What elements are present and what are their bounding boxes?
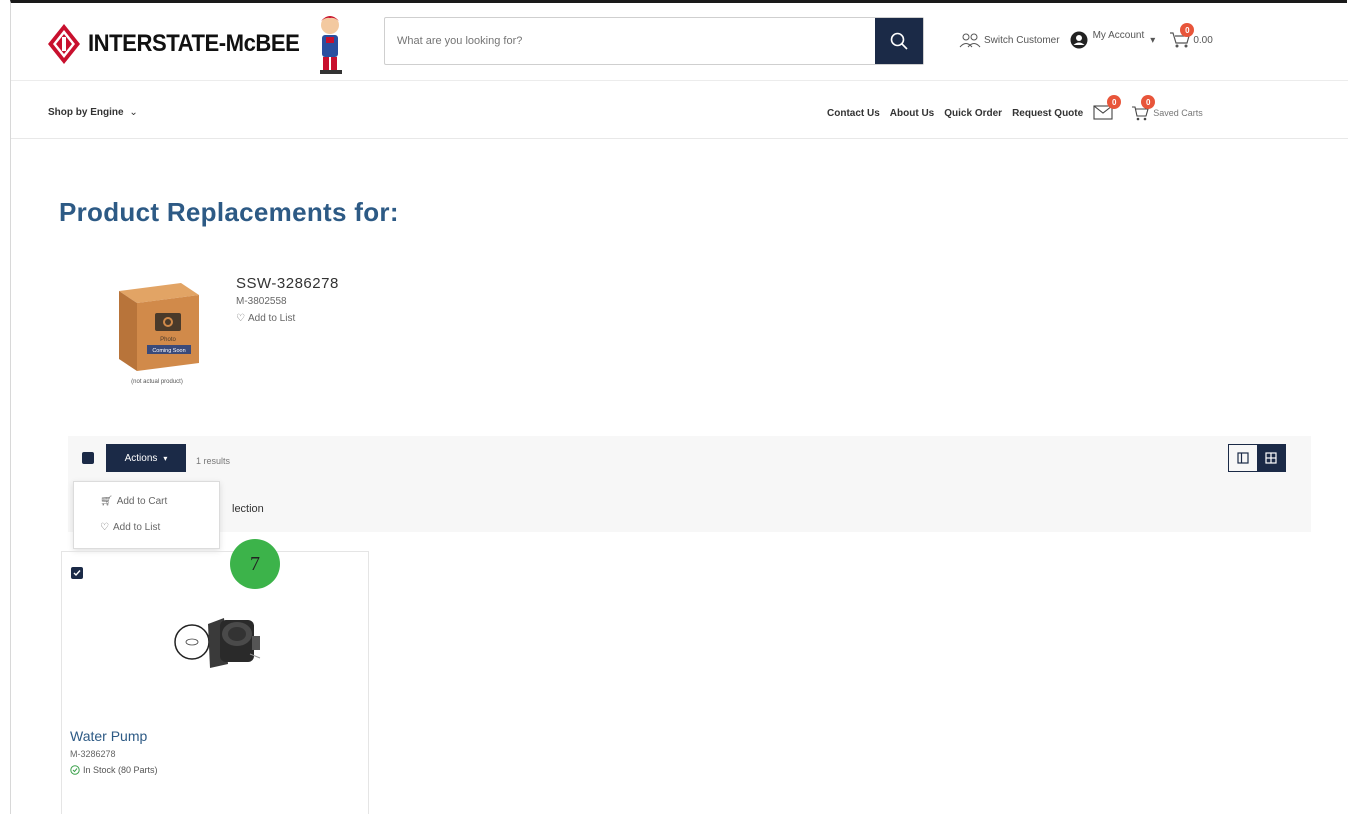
cart-total: 0.00 [1193,34,1213,46]
nav-links: Contact Us About Us Quick Order Request … [827,95,1203,121]
messages-badge: 0 [1107,95,1122,109]
logo-diamond-icon [48,24,80,64]
grid-view-button[interactable] [1257,445,1285,471]
original-product-sub-sku: M-3802558 [236,296,287,307]
saved-carts-badge: 0 [1141,95,1156,109]
messages-button[interactable]: 0 [1093,95,1122,121]
search-input[interactable] [385,18,875,64]
select-all-checkbox[interactable] [82,452,94,464]
search-button[interactable] [875,18,923,64]
product-card[interactable]: Water Pump M-3286278 In Stock (80 Parts) [61,551,369,814]
my-account-label: My Account [1092,29,1145,41]
header-top: INTERSTATE-McBEE What are you looking fo… [11,3,1348,81]
check-circle-icon [70,765,80,775]
checkmark-icon [73,570,81,577]
list-view-icon [1237,452,1249,464]
add-to-list-link[interactable]: ♡ Add to List [236,313,436,324]
water-pump-image[interactable] [162,602,272,682]
nav-link-request-quote[interactable]: Request Quote [1012,108,1083,119]
results-toolbar: Actions ▾ 1 results lection [68,436,1311,532]
photo-coming-soon-image: Photo Coming Soon (not actual product) [119,283,199,385]
heart-icon: ♡ [236,313,245,324]
actions-label: Actions [124,452,158,464]
product-checkbox[interactable] [71,567,83,579]
brand-name: INTERSTATE-McBEE [88,30,300,57]
my-account-link[interactable]: My Account ▾ [1070,29,1156,49]
header-nav: Shop by Engine ⌄ Contact Us About Us Qui… [11,81,1348,139]
add-to-list-label: Add to List [247,313,296,324]
image-caption: (not actual product) [131,379,183,385]
nav-link-contact-us[interactable]: Contact Us [827,108,880,119]
photo-text-line1: Photo [160,337,176,343]
stock-label: In Stock (80 Parts) [83,765,158,775]
brand-logo[interactable]: INTERSTATE-McBEE [48,13,348,75]
shop-by-engine-menu[interactable]: Shop by Engine ⌄ [48,107,138,118]
page-title: Product Replacements for: [59,197,399,227]
cart-link[interactable]: 0 0.00 [1169,23,1213,49]
saved-carts-link[interactable]: 0 Saved Carts [1131,95,1203,121]
shop-by-engine-label: Shop by Engine [48,107,124,118]
menu-item-label: Add to List [112,522,161,533]
account-icon [1070,31,1088,49]
search-icon [890,32,908,50]
list-view-button[interactable] [1229,445,1257,471]
mascot-icon [319,16,342,74]
cart-icon: 🛒︎ [100,496,113,507]
product-stock-status: In Stock (80 Parts) [70,765,158,775]
saved-carts-label: Saved Carts [1153,108,1203,118]
users-icon [959,33,981,48]
chevron-down-icon: ▾ [1150,34,1156,46]
switch-customer-label: Switch Customer [984,34,1060,46]
nav-link-about-us[interactable]: About Us [890,108,934,119]
nav-link-quick-order[interactable]: Quick Order [944,108,1002,119]
menu-item-add-to-list[interactable]: ♡ Add to List [100,522,160,533]
results-count: 1 results [196,456,231,466]
search-bar [384,17,924,65]
chevron-down-icon: ▾ [163,453,168,463]
actions-dropdown-button[interactable]: Actions ▾ [106,444,186,472]
selection-text: lection [232,503,264,515]
original-product-info: SSW-3286278 M-3802558 ♡ Add to List [236,275,436,324]
actions-menu: 🛒︎ Add to Cart ♡ Add to List [73,481,220,549]
heart-icon: ♡ [100,522,109,533]
original-product-sku: SSW-3286278 [236,275,339,292]
photo-text-line2: Coming Soon [152,348,185,354]
chevron-down-icon: ⌄ [129,107,138,118]
grid-view-icon [1265,452,1277,464]
cart-badge: 0 [1180,23,1195,37]
page: INTERSTATE-McBEE What are you looking fo… [10,0,1348,814]
view-toggle [1228,444,1286,472]
menu-item-label: Add to Cart [116,496,168,507]
menu-item-add-to-cart[interactable]: 🛒︎ Add to Cart [100,496,167,507]
step-number-badge: 7 [230,539,280,589]
product-title[interactable]: Water Pump [70,728,147,744]
product-sku: M-3286278 [70,749,116,759]
header-actions: Switch Customer My Account ▾ 0 0.00 [959,23,1213,55]
switch-customer-link[interactable]: Switch Customer [959,32,1060,48]
